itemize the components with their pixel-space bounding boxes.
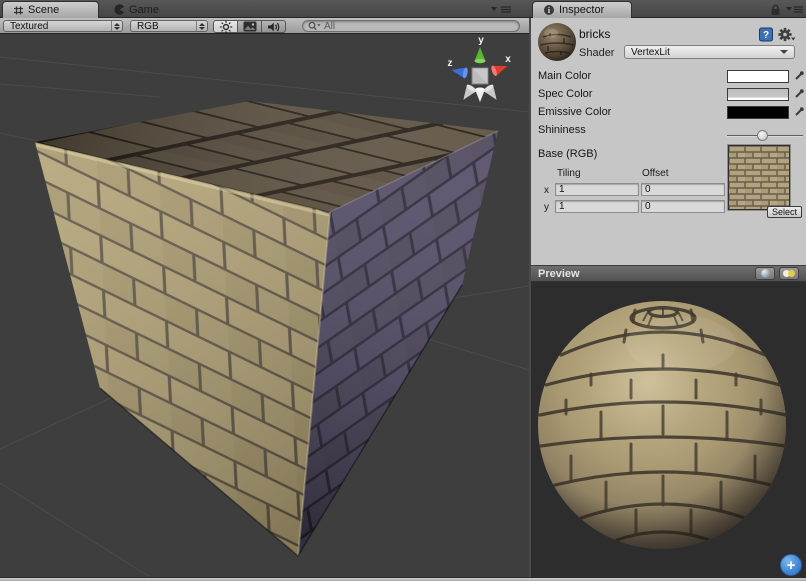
unity-editor-window: Scene Game i Inspector	[0, 0, 806, 581]
gizmo-axis-negative[interactable]	[459, 83, 477, 103]
stepper-arrows-icon	[111, 21, 122, 31]
tiling-x-label: x	[544, 185, 549, 196]
scene-3d-render: y x z	[0, 34, 529, 577]
audio-toggle-button[interactable]	[261, 20, 286, 33]
texture-select-button[interactable]: Select	[767, 206, 802, 218]
game-pacman-icon	[114, 4, 125, 15]
preview-sphere-render	[531, 282, 806, 577]
gizmo-axis-z[interactable]	[450, 65, 468, 79]
sun-icon	[219, 20, 233, 34]
chevron-down-icon	[780, 50, 788, 54]
eyedropper-icon[interactable]	[793, 105, 805, 121]
preview-title: Preview	[538, 268, 751, 280]
light-icon	[788, 270, 795, 277]
shininess-label: Shininess	[538, 124, 586, 136]
scene-orientation-gizmo[interactable]: y x z	[448, 35, 512, 103]
gizmo-label-z: z	[448, 58, 453, 69]
shader-value: VertexLit	[631, 47, 780, 58]
skybox-toggle-button[interactable]	[237, 20, 262, 33]
emissive-color-swatch[interactable]	[727, 106, 789, 119]
gear-icon[interactable]	[778, 27, 796, 45]
lighting-toggle-button[interactable]	[213, 20, 238, 33]
tab-scene-label: Scene	[28, 4, 59, 16]
shader-dropdown[interactable]: VertexLit	[624, 45, 795, 59]
offset-y-input[interactable]	[641, 200, 725, 213]
material-name: bricks	[579, 27, 610, 41]
offset-header: Offset	[642, 168, 669, 179]
render-mode-value: Textured	[4, 21, 111, 32]
gizmo-label-y: y	[478, 35, 484, 46]
image-icon	[243, 21, 257, 32]
preview-viewport[interactable]: +	[531, 282, 806, 577]
lock-icon[interactable]	[770, 4, 781, 19]
tab-strip: Scene Game i Inspector	[0, 0, 806, 18]
material-preview-ball	[537, 22, 577, 65]
spec-color-label: Spec Color	[538, 88, 592, 100]
gizmo-axis-y[interactable]	[475, 47, 486, 63]
preview-header[interactable]: Preview	[531, 265, 806, 282]
color-mode-value: RGB	[131, 21, 196, 32]
main-color-label: Main Color	[538, 70, 591, 82]
search-icon	[308, 21, 321, 31]
tiling-header: Tiling	[557, 168, 581, 179]
tab-inspector-label: Inspector	[559, 4, 604, 16]
preview-lighting-button[interactable]	[779, 267, 799, 280]
base-texture-thumbnail[interactable]	[728, 145, 790, 210]
scene-viewport[interactable]: y x z	[0, 34, 529, 577]
gizmo-axis-negative[interactable]	[475, 88, 485, 103]
offset-x-input[interactable]	[641, 183, 725, 196]
info-icon: i	[543, 4, 555, 16]
tab-game[interactable]: Game	[104, 1, 169, 18]
scene-search-field[interactable]	[302, 20, 520, 32]
scene-pane-menu-icon[interactable]	[490, 5, 514, 14]
scene-toolbar: Textured RGB	[0, 18, 529, 34]
inspector-panel: bricks Shader VertexLit ?	[531, 18, 806, 577]
shader-label: Shader	[579, 47, 614, 59]
tab-scene[interactable]: Scene	[2, 1, 99, 18]
gizmo-label-x: x	[505, 54, 511, 65]
stepper-arrows-icon	[196, 21, 207, 31]
color-mode-dropdown[interactable]: RGB	[130, 20, 208, 32]
window-bottom-frame	[0, 577, 806, 581]
preview-model-button[interactable]	[755, 267, 775, 280]
base-rgb-label: Base (RGB)	[538, 148, 597, 160]
speaker-icon	[267, 21, 281, 33]
tiling-y-label: y	[544, 202, 549, 213]
tab-game-label: Game	[129, 4, 159, 16]
scene-toggle-buttons	[213, 20, 286, 33]
help-icon[interactable]: ?	[759, 27, 773, 45]
main-color-swatch[interactable]	[727, 70, 789, 83]
eyedropper-icon[interactable]	[793, 69, 805, 85]
eyedropper-icon[interactable]	[793, 87, 805, 103]
tab-inspector[interactable]: i Inspector	[532, 1, 632, 18]
svg-text:?: ?	[763, 30, 769, 41]
inspector-pane-menu-icon[interactable]	[786, 5, 804, 14]
render-mode-dropdown[interactable]: Textured	[3, 20, 123, 32]
brick-cube[interactable]	[35, 101, 498, 556]
tiling-y-input[interactable]	[555, 200, 639, 213]
emissive-color-label: Emissive Color	[538, 106, 611, 118]
spec-color-swatch[interactable]	[727, 88, 789, 101]
sphere-icon	[761, 269, 770, 278]
tiling-x-input[interactable]	[555, 183, 639, 196]
scene-grid-icon	[13, 5, 24, 16]
search-input[interactable]	[324, 21, 514, 32]
gizmo-axis-negative[interactable]	[483, 83, 501, 103]
shininess-slider-knob[interactable]	[757, 130, 768, 141]
shininess-slider[interactable]	[727, 135, 803, 137]
add-button[interactable]: +	[780, 554, 802, 576]
